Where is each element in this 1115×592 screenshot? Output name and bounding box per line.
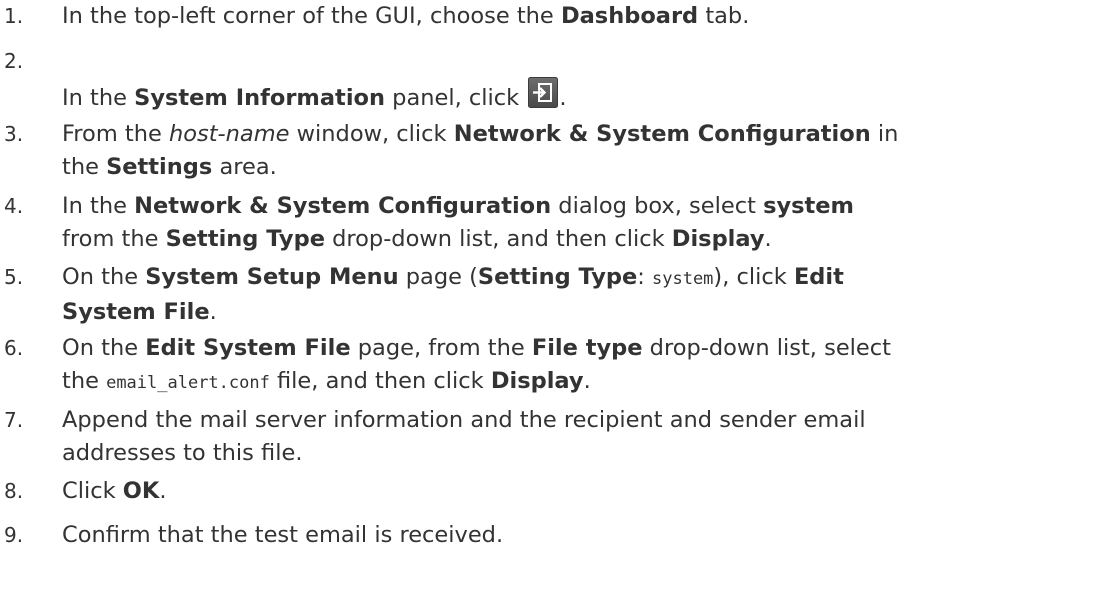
step-text: On the System Setup Menu page (Setting T… [62, 264, 844, 325]
text-run: tab. [698, 3, 750, 29]
step-4: 4. In the Network & System Configuration… [0, 190, 854, 256]
step-number: 3. [4, 122, 24, 146]
ui-term-setting-type: Setting Type [477, 264, 638, 290]
text-run: . [764, 226, 772, 252]
text-run: . [209, 299, 217, 325]
text-run: On the [62, 335, 146, 361]
text-run: the [62, 154, 107, 180]
text-run: . [583, 368, 591, 394]
text-run: . [159, 478, 167, 504]
ui-term-system-setup-menu: System Setup Menu [145, 264, 399, 290]
text-run: panel, click [385, 85, 527, 111]
code-email-alert-conf: email_alert.conf [106, 373, 270, 393]
ui-term-system: system [763, 193, 854, 219]
text-run: page ( [398, 264, 478, 290]
text-run: from the [62, 226, 166, 252]
text-run: ), click [713, 264, 794, 290]
text-run: in [870, 121, 899, 147]
step-5: 5. On the System Setup Menu page (Settin… [0, 261, 844, 329]
text-run: the [62, 368, 107, 394]
text-run: In the [62, 85, 135, 111]
step-text: Confirm that the test email is received. [62, 522, 503, 548]
step-number: 6. [4, 336, 24, 360]
text-run: page, from the [350, 335, 532, 361]
text-run: : [637, 264, 652, 290]
text-run: file, and then click [269, 368, 491, 394]
ui-term-edit: Edit [793, 264, 844, 290]
step-text: Click OK. [62, 478, 166, 504]
text-run: On the [62, 264, 146, 290]
step-text: From the host-name window, click Network… [62, 121, 898, 180]
ui-term-display: Display [671, 226, 765, 252]
step-number: 2. [4, 49, 24, 73]
ui-term-network-system-configuration: Network & System Configuration [453, 121, 871, 147]
step-text: In the System Information panel, click . [62, 77, 566, 115]
code-system: system [652, 269, 714, 289]
text-run: dialog box, select [551, 193, 764, 219]
step-2: 2. In the System Information panel, clic… [0, 46, 566, 111]
text-run: window, click [289, 121, 454, 147]
text-run: . [559, 85, 567, 111]
ui-term-ok: OK [122, 478, 160, 504]
text-run: In the top-left corner of the GUI, choos… [62, 3, 561, 29]
text-run: addresses to this file. [62, 440, 303, 466]
step-text: In the top-left corner of the GUI, choos… [62, 3, 749, 29]
text-run: Confirm that the test email is received. [62, 522, 504, 548]
text-run: drop-down list, and then click [324, 226, 672, 252]
step-3: 3. From the host-name window, click Netw… [0, 118, 898, 184]
ui-term-settings: Settings [106, 154, 213, 180]
variable-host-name: host-name [168, 121, 290, 147]
ui-term-system-information: System Information [134, 85, 386, 111]
step-8: 8. Click OK. [0, 475, 166, 508]
text-run: Append the mail server information and t… [62, 407, 866, 433]
export-icon [528, 77, 559, 108]
step-number: 7. [4, 408, 24, 432]
step-text: Append the mail server information and t… [62, 407, 866, 466]
step-number: 8. [4, 479, 24, 503]
ui-term-dashboard: Dashboard [560, 3, 699, 29]
ui-term-network-system-configuration: Network & System Configuration [134, 193, 552, 219]
ui-term-edit-system-file: Edit System File [145, 335, 351, 361]
step-7: 7. Append the mail server information an… [0, 404, 866, 470]
step-text: On the Edit System File page, from the F… [62, 335, 891, 394]
step-text: In the Network & System Configuration di… [62, 193, 854, 252]
step-number: 4. [4, 194, 24, 218]
step-number: 1. [4, 4, 24, 28]
step-6: 6. On the Edit System File page, from th… [0, 332, 891, 400]
text-run: From the [62, 121, 169, 147]
text-run: In the [62, 193, 135, 219]
text-run: area. [212, 154, 277, 180]
step-number: 5. [4, 265, 24, 289]
ui-term-display: Display [490, 368, 584, 394]
ui-term-system-file: System File [62, 299, 210, 325]
text-run: drop-down list, select [642, 335, 891, 361]
step-1: 1. In the top-left corner of the GUI, ch… [0, 0, 749, 33]
ui-term-setting-type: Setting Type [165, 226, 325, 252]
step-number: 9. [4, 523, 24, 547]
text-run: Click [62, 478, 123, 504]
step-9: 9. Confirm that the test email is receiv… [0, 519, 503, 552]
ui-term-file-type: File type [531, 335, 643, 361]
